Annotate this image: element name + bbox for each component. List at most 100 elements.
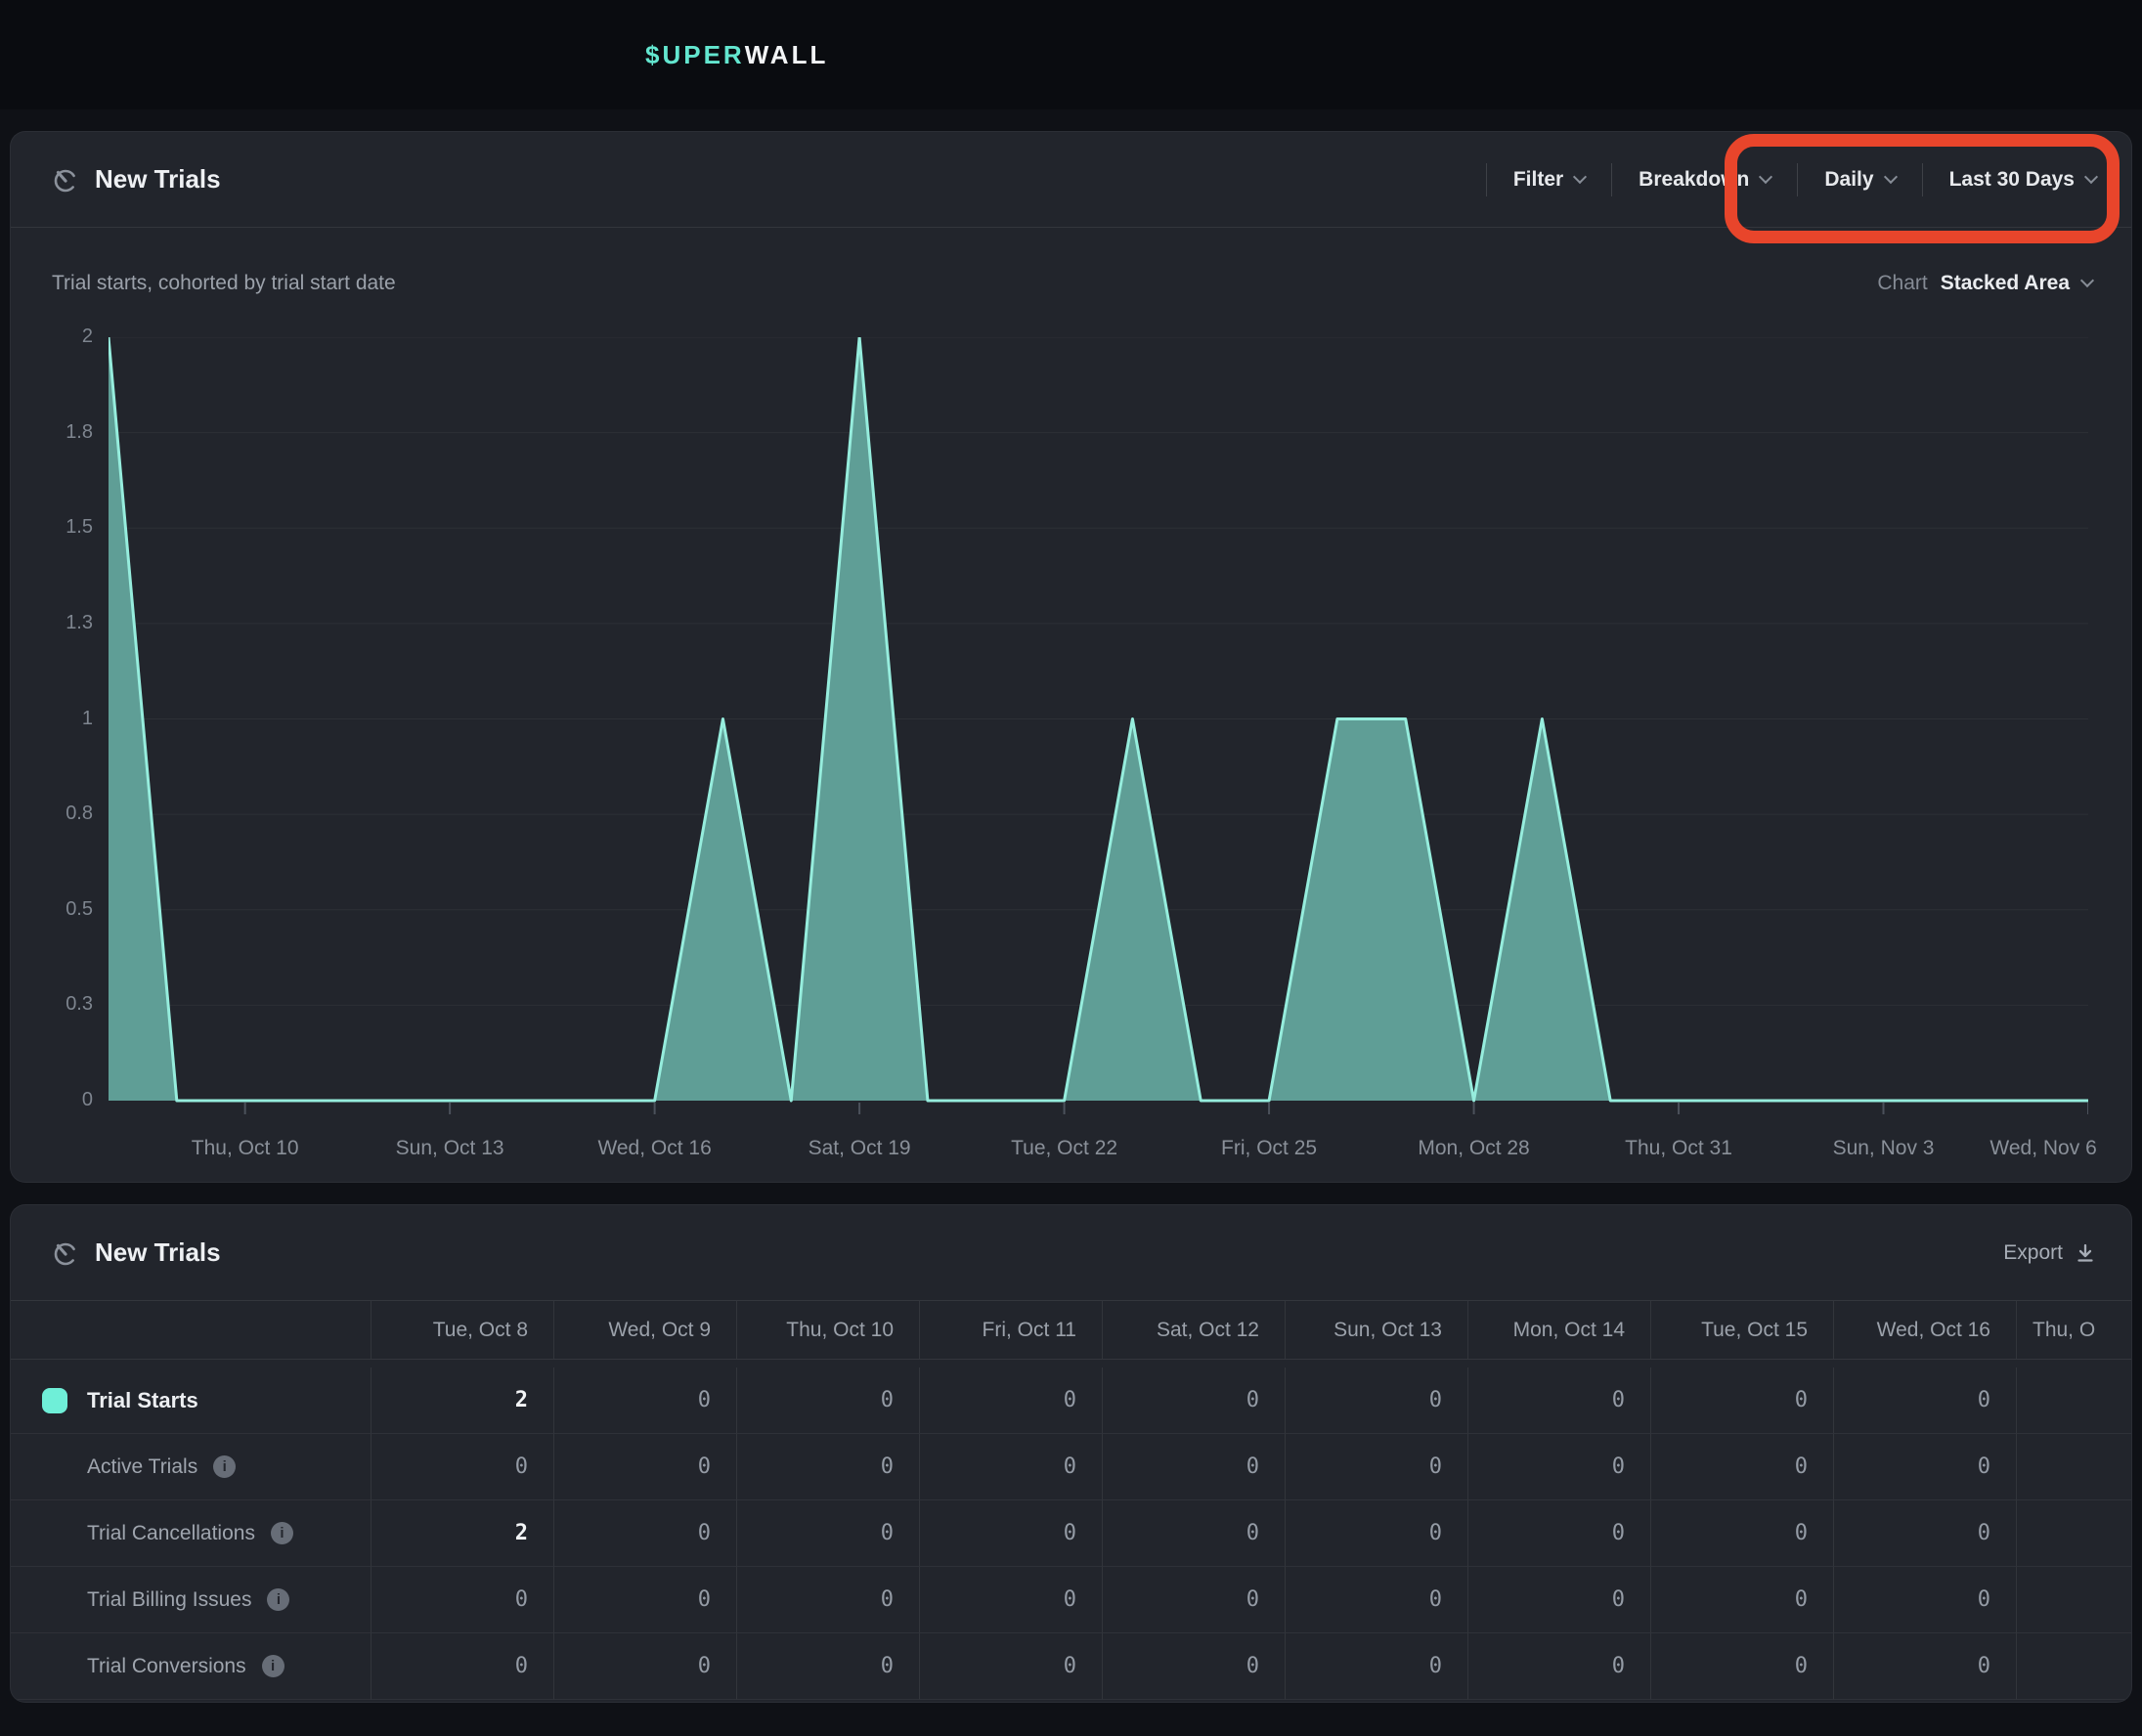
value-cell: 0 [1650, 1500, 1833, 1567]
chart-type-label: Chart [1877, 272, 1927, 295]
x-tick-label: Mon, Oct 28 [1418, 1137, 1529, 1160]
row-label: Trial Cancellations i [11, 1500, 371, 1567]
info-icon[interactable]: i [271, 1522, 293, 1544]
chevron-down-icon [1759, 169, 1772, 183]
info-icon[interactable]: i [262, 1655, 284, 1677]
logo-text-primary: $UPER [645, 40, 745, 70]
chart-panel-title: New Trials [95, 164, 221, 195]
chart-controls: Filter Breakdown Daily Last 30 Days [1486, 163, 2096, 196]
chevron-down-icon [2080, 274, 2094, 287]
value-cell: 0 [553, 1500, 736, 1567]
row-label: Trial Conversions i [11, 1633, 371, 1700]
chart-canvas [109, 337, 2088, 1119]
value-cell: 0 [1467, 1500, 1650, 1567]
x-tick-label: Sun, Oct 13 [396, 1137, 504, 1160]
row-label-text: Active Trials [87, 1455, 197, 1479]
download-icon [2075, 1242, 2096, 1264]
chart-type-value: Stacked Area [1941, 272, 2070, 295]
value-cell: 0 [1833, 1633, 2016, 1700]
granularity-dropdown[interactable]: Daily [1824, 168, 1895, 192]
value-cell: 0 [371, 1434, 553, 1500]
row-label-text: Trial Starts [87, 1388, 198, 1413]
export-button[interactable]: Export [2003, 1241, 2096, 1265]
logo-text-secondary: WALL [745, 40, 829, 70]
value-cell: 0 [1833, 1434, 2016, 1500]
row-label-text: Trial Conversions [87, 1655, 246, 1678]
superwall-logo: $UPERWALL [645, 0, 828, 109]
filter-label: Filter [1513, 168, 1563, 192]
timer-icon [52, 166, 79, 194]
value-cell [2016, 1367, 2131, 1434]
value-cell: 0 [919, 1367, 1102, 1434]
trials-area-chart: 00.30.50.811.31.51.82Thu, Oct 10Sun, Oct… [11, 310, 2131, 1183]
value-cell: 0 [1285, 1367, 1467, 1434]
value-cell [2016, 1633, 2131, 1700]
chart-type-dropdown[interactable]: Chart Stacked Area [1877, 272, 2092, 295]
value-cell [2016, 1567, 2131, 1633]
x-tick-label: Fri, Oct 25 [1221, 1137, 1317, 1160]
x-tick-label: Tue, Oct 22 [1011, 1137, 1117, 1160]
column-header: Tue, Oct 8 [371, 1301, 553, 1360]
column-header: Mon, Oct 14 [1467, 1301, 1650, 1360]
value-cell: 0 [736, 1434, 919, 1500]
control-divider [1922, 163, 1923, 196]
value-cell: 0 [1833, 1567, 2016, 1633]
x-tick-label: Wed, Oct 16 [597, 1137, 711, 1160]
info-icon[interactable]: i [213, 1455, 236, 1478]
value-cell: 0 [736, 1567, 919, 1633]
y-tick-label: 0.5 [11, 898, 93, 921]
column-header: Wed, Oct 9 [553, 1301, 736, 1360]
row-label-text: Trial Cancellations [87, 1522, 255, 1545]
export-label: Export [2003, 1241, 2063, 1265]
value-cell: 0 [1467, 1434, 1650, 1500]
column-header: Sat, Oct 12 [1102, 1301, 1285, 1360]
series-swatch [42, 1388, 67, 1413]
x-tick-label: Thu, Oct 10 [192, 1137, 299, 1160]
value-cell: 2 [371, 1367, 553, 1434]
y-tick-label: 1 [11, 708, 93, 730]
breakdown-dropdown[interactable]: Breakdown [1639, 168, 1770, 192]
value-cell: 0 [1285, 1567, 1467, 1633]
info-icon[interactable]: i [267, 1588, 289, 1611]
chart-subheader: Trial starts, cohorted by trial start da… [11, 228, 2131, 310]
value-cell [2016, 1434, 2131, 1500]
value-cell: 0 [553, 1434, 736, 1500]
timer-icon [52, 1239, 79, 1267]
value-cell: 0 [371, 1633, 553, 1700]
filter-dropdown[interactable]: Filter [1513, 168, 1585, 192]
value-cell: 0 [1102, 1367, 1285, 1434]
value-cell: 0 [736, 1500, 919, 1567]
date-range-dropdown[interactable]: Last 30 Days [1949, 168, 2096, 192]
y-tick-label: 1.3 [11, 612, 93, 634]
value-cell: 0 [1285, 1633, 1467, 1700]
value-cell: 0 [736, 1367, 919, 1434]
row-label: Trial Billing Issues i [11, 1567, 371, 1633]
granularity-value: Daily [1824, 168, 1873, 192]
chart-subtitle: Trial starts, cohorted by trial start da… [52, 272, 396, 295]
y-tick-label: 0.3 [11, 993, 93, 1016]
row-label: Active Trials i [11, 1434, 371, 1500]
control-divider [1797, 163, 1798, 196]
new-trials-chart-panel: New Trials Filter Breakdown Daily Last 3… [10, 131, 2132, 1183]
value-cell: 0 [1650, 1367, 1833, 1434]
x-tick-label: Sat, Oct 19 [809, 1137, 911, 1160]
value-cell: 0 [1102, 1567, 1285, 1633]
trials-table: Tue, Oct 8Wed, Oct 9Thu, Oct 10Fri, Oct … [11, 1301, 2131, 1700]
value-cell: 0 [1650, 1633, 1833, 1700]
value-cell: 0 [553, 1633, 736, 1700]
table-corner-cell [11, 1301, 371, 1360]
value-cell: 0 [1102, 1500, 1285, 1567]
value-cell: 2 [371, 1500, 553, 1567]
value-cell: 0 [736, 1633, 919, 1700]
value-cell: 0 [1285, 1500, 1467, 1567]
value-cell: 0 [1467, 1567, 1650, 1633]
value-cell: 0 [919, 1434, 1102, 1500]
y-tick-label: 0 [11, 1089, 93, 1111]
value-cell: 0 [1285, 1434, 1467, 1500]
control-divider [1611, 163, 1612, 196]
value-cell: 0 [1467, 1633, 1650, 1700]
value-cell: 0 [1833, 1500, 2016, 1567]
row-label-text: Trial Billing Issues [87, 1588, 251, 1612]
value-cell: 0 [1102, 1633, 1285, 1700]
table-panel-title: New Trials [95, 1237, 221, 1268]
